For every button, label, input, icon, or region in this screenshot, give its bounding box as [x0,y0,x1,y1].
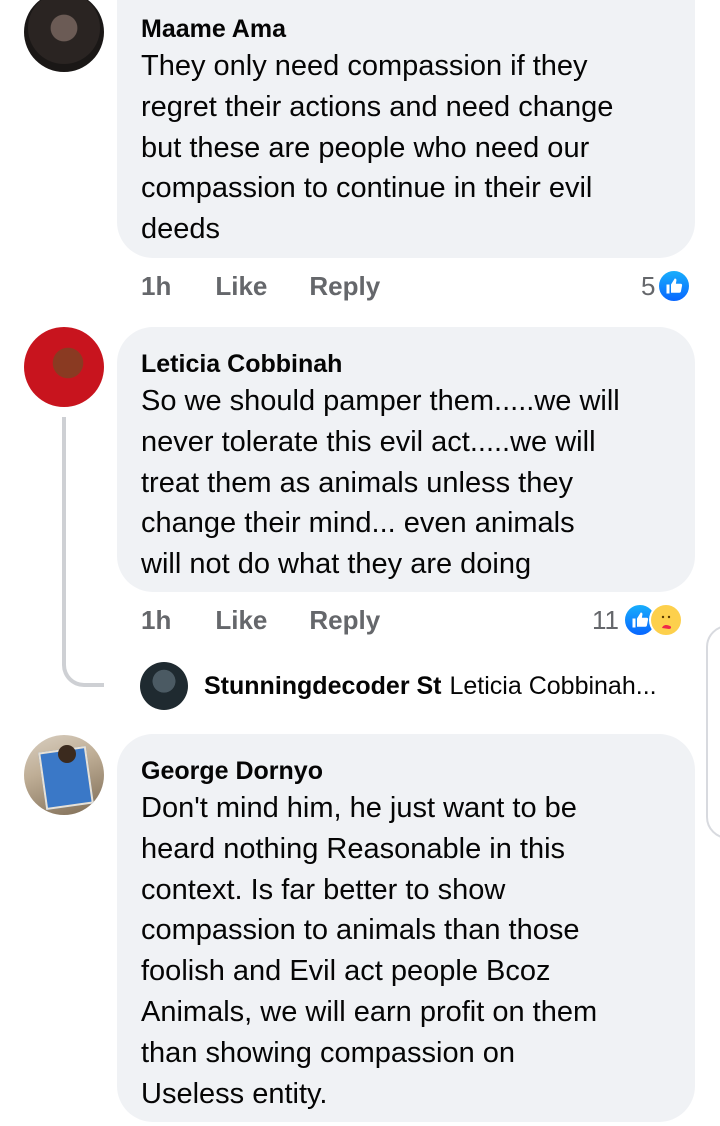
care-reaction-icon [649,603,683,637]
comment-bubble: Maame Ama They only need compassion if t… [117,0,695,258]
reply-author[interactable]: Stunningdecoder St [204,672,442,701]
side-panel-edge [706,625,720,839]
like-reaction-icon [657,269,692,303]
avatar-maame-ama[interactable] [24,0,104,72]
avatar-stunningdecoder[interactable] [140,662,188,710]
avatar-leticia-cobbinah[interactable] [24,327,104,407]
reply-preview[interactable]: Stunningdecoder St Leticia Cobbinah... [204,668,657,704]
reaction-summary[interactable]: 11 [592,600,683,640]
comment-actions: 1h Like Reply [141,600,380,640]
reply-button[interactable]: Reply [309,271,380,302]
reaction-count: 11 [592,604,619,635]
comment-actions: 1h Like Reply [141,266,380,306]
comment-author[interactable]: Leticia Cobbinah [141,349,671,379]
comment-text: They only need compassion if they regret… [141,50,614,246]
comment-timestamp[interactable]: 1h [141,271,171,302]
like-button[interactable]: Like [215,271,267,302]
reply-thread-line [62,417,104,687]
comment-text: So we should pamper them.....we will nev… [141,385,620,581]
comment-text: Don't mind him, he just want to be heard… [141,792,598,1110]
comment-timestamp[interactable]: 1h [141,605,171,636]
comment-bubble: Leticia Cobbinah So we should pamper the… [117,327,695,592]
reaction-summary[interactable]: 5 [641,266,692,306]
avatar-george-dornyo[interactable] [24,735,104,815]
like-button[interactable]: Like [215,605,267,636]
reply-snippet: Leticia Cobbinah... [449,671,657,700]
comment-author[interactable]: George Dornyo [141,756,671,786]
comment-author[interactable]: Maame Ama [141,14,671,44]
comment-bubble: George Dornyo Don't mind him, he just wa… [117,734,695,1122]
reply-button[interactable]: Reply [309,605,380,636]
reaction-count: 5 [641,270,656,301]
